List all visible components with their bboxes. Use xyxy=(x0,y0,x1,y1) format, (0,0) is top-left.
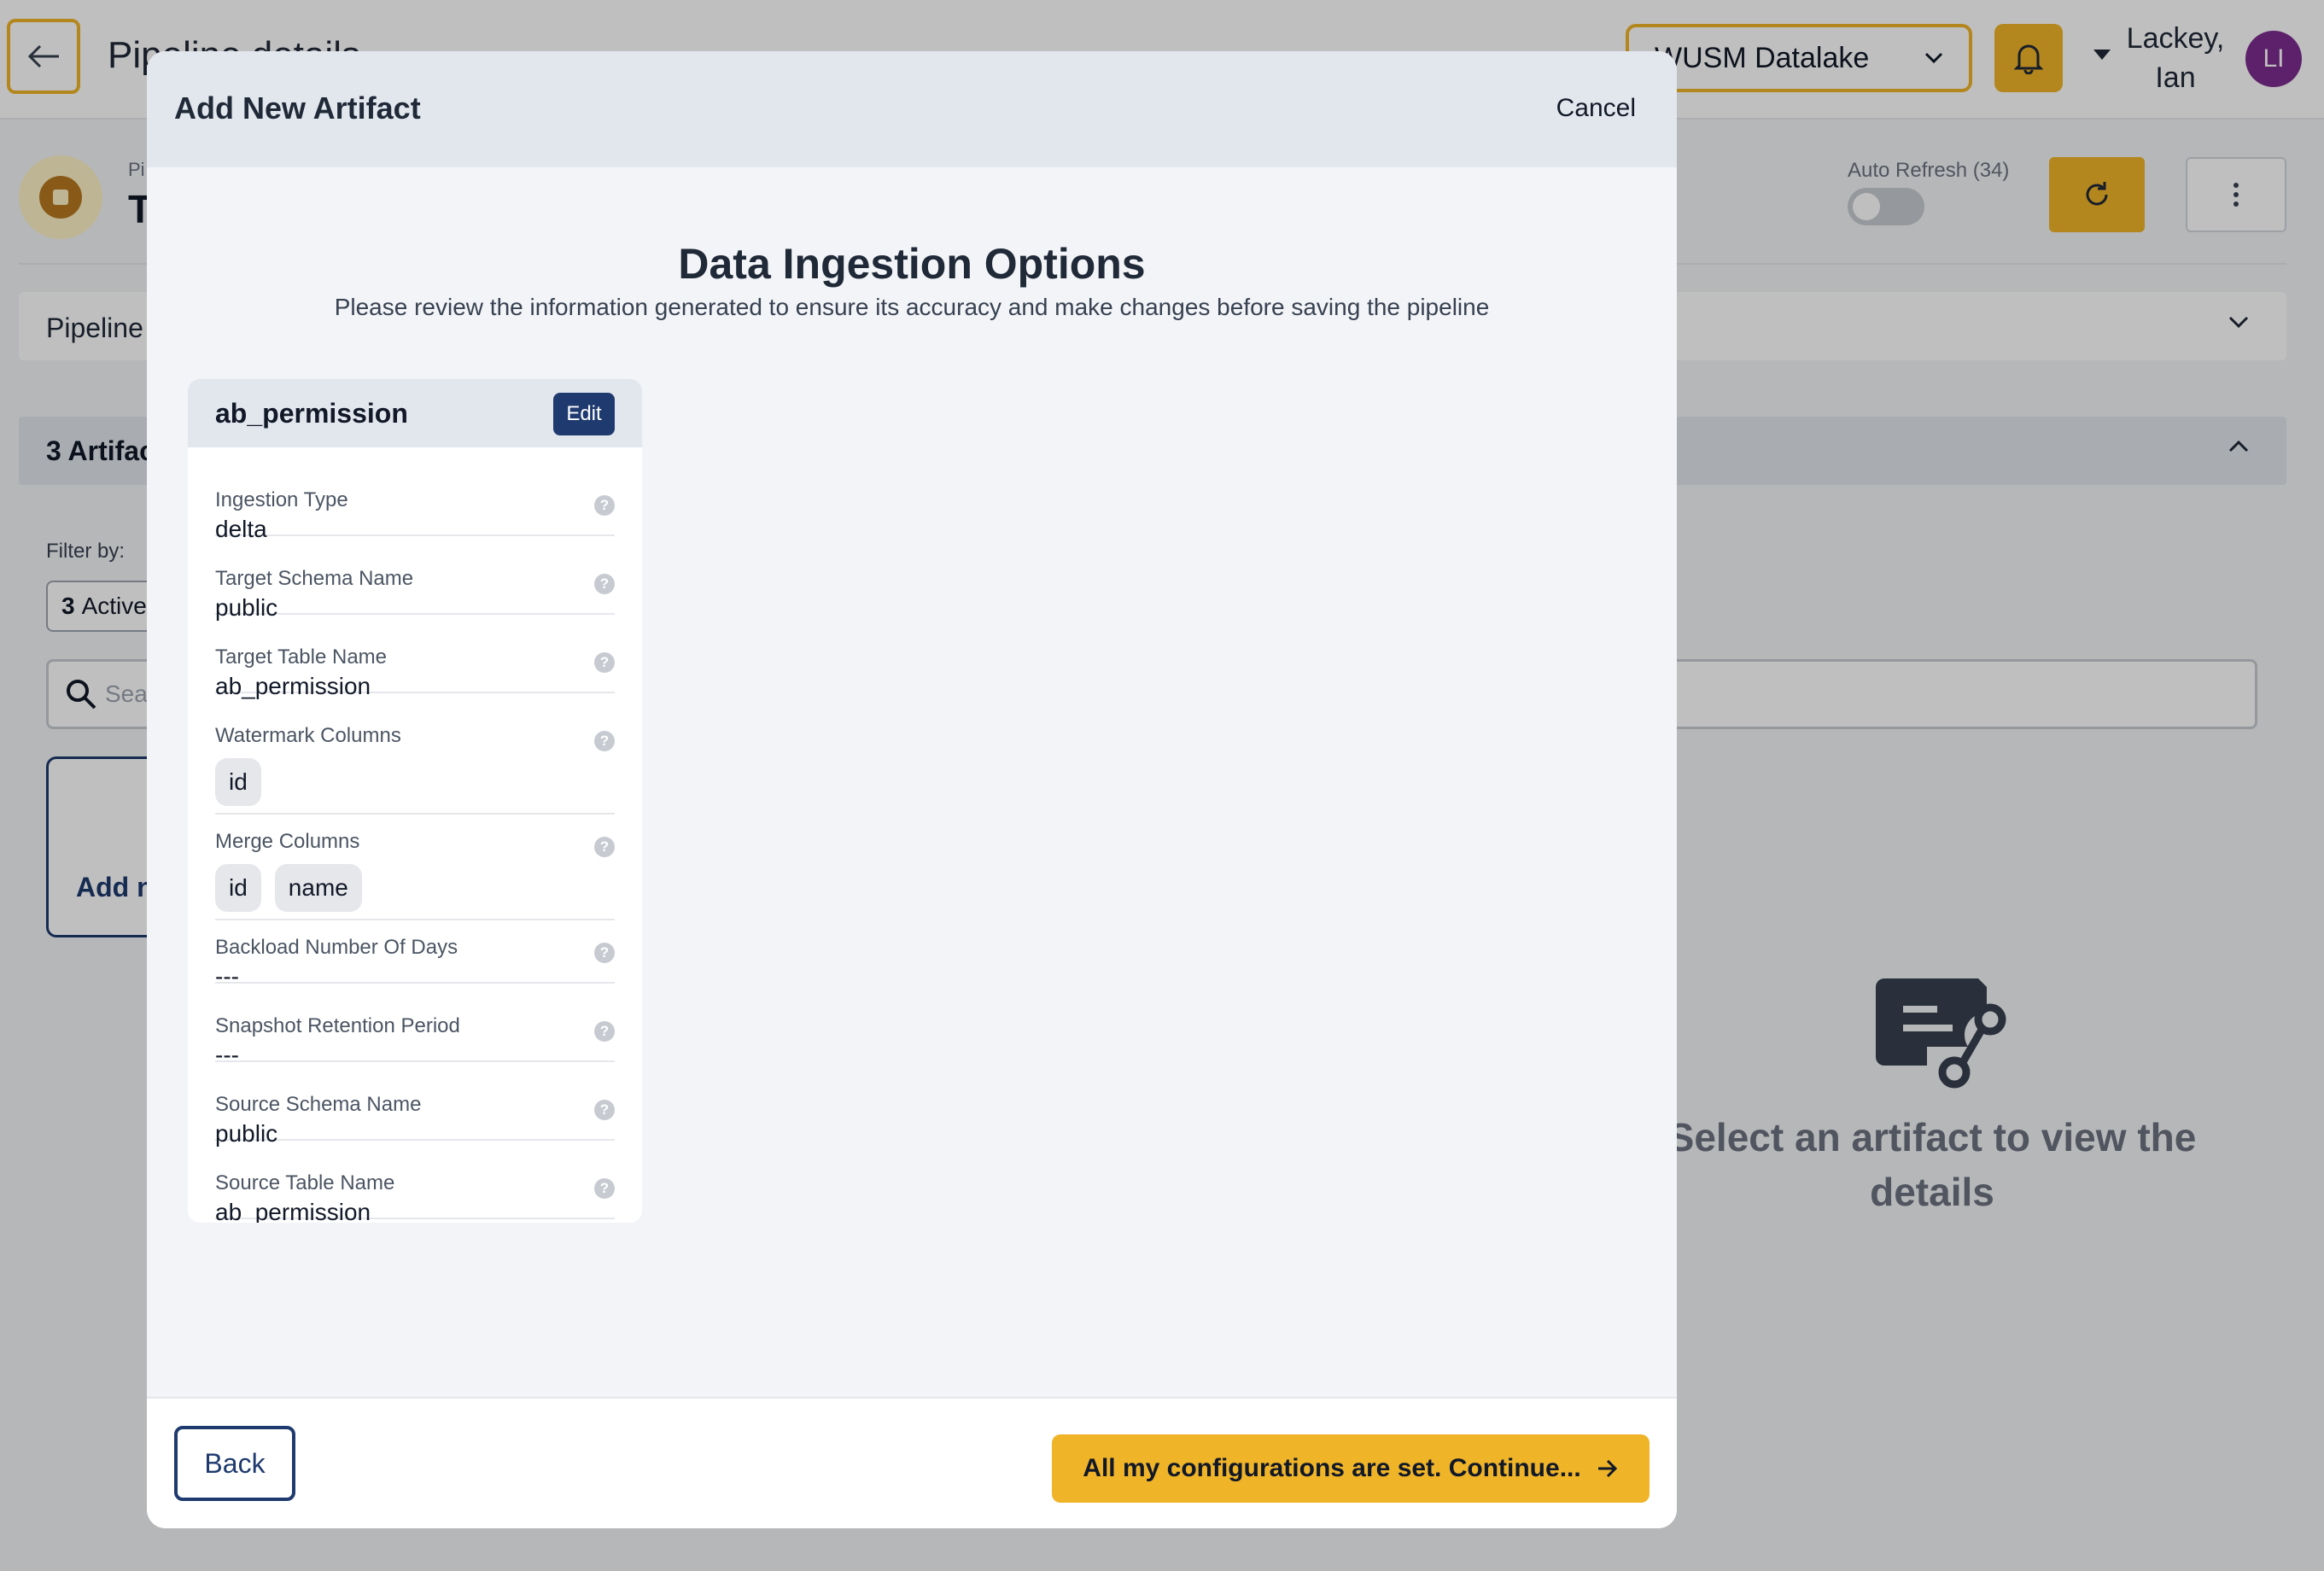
field-source-table-name: Source Table Name ? ab_permission xyxy=(215,1171,615,1223)
field-label: Source Table Name xyxy=(215,1171,395,1194)
edit-button[interactable]: Edit xyxy=(553,393,615,435)
field-backload-number-of-days: Backload Number Of Days ? --- xyxy=(215,936,615,990)
help-icon[interactable]: ? xyxy=(594,652,615,673)
field-snapshot-retention-period: Snapshot Retention Period ? --- xyxy=(215,1014,615,1068)
continue-button[interactable]: All my configurations are set. Continue.… xyxy=(1052,1434,1650,1503)
chip-list: id xyxy=(215,758,261,806)
modal-title: Add New Artifact xyxy=(174,91,421,126)
cancel-button[interactable]: Cancel xyxy=(1556,94,1636,123)
column-chip: name xyxy=(274,864,362,912)
field-label: Target Table Name xyxy=(215,645,387,669)
card-header: ab_permission Edit xyxy=(188,379,642,447)
add-artifact-modal: Add New Artifact Cancel Data Ingestion O… xyxy=(147,51,1677,1528)
field-value: public xyxy=(215,1120,278,1147)
field-ingestion-type: Ingestion Type ? delta xyxy=(215,488,615,542)
options-heading: Data Ingestion Options xyxy=(678,240,1146,288)
field-label: Merge Columns xyxy=(215,830,360,853)
modal-footer: Back All my configurations are set. Cont… xyxy=(147,1397,1677,1528)
arrow-right-icon xyxy=(1597,1459,1617,1478)
column-chip: id xyxy=(215,864,261,912)
field-value: delta xyxy=(215,516,267,542)
card-title: ab_permission xyxy=(215,398,408,429)
column-chip: id xyxy=(215,758,261,806)
help-icon[interactable]: ? xyxy=(594,837,615,857)
field-value: --- xyxy=(215,1042,239,1068)
field-label: Ingestion Type xyxy=(215,488,348,511)
chip-list: id name xyxy=(215,864,362,912)
help-icon[interactable]: ? xyxy=(594,731,615,751)
field-watermark-columns: Watermark Columns ? id xyxy=(215,724,615,815)
field-value: public xyxy=(215,594,278,621)
field-label: Watermark Columns xyxy=(215,724,401,747)
field-label: Source Schema Name xyxy=(215,1093,422,1116)
help-icon[interactable]: ? xyxy=(594,495,615,516)
help-icon[interactable]: ? xyxy=(594,1100,615,1120)
field-label: Snapshot Retention Period xyxy=(215,1014,460,1037)
field-merge-columns: Merge Columns ? id name xyxy=(215,830,615,920)
field-label: Backload Number Of Days xyxy=(215,936,458,959)
artifact-options-card: ab_permission Edit Ingestion Type ? delt… xyxy=(188,379,642,1223)
field-value: --- xyxy=(215,963,239,990)
continue-label: All my configurations are set. Continue.… xyxy=(1083,1454,1581,1482)
field-target-schema-name: Target Schema Name ? public xyxy=(215,567,615,621)
field-value: ab_permission xyxy=(215,673,371,699)
field-source-schema-name: Source Schema Name ? public xyxy=(215,1093,615,1147)
field-target-table-name: Target Table Name ? ab_permission xyxy=(215,645,615,699)
help-icon[interactable]: ? xyxy=(594,1178,615,1199)
modal-header: Add New Artifact Cancel xyxy=(147,51,1677,167)
help-icon[interactable]: ? xyxy=(594,943,615,963)
help-icon[interactable]: ? xyxy=(594,574,615,594)
options-subheading: Please review the information generated … xyxy=(334,294,1490,320)
back-button[interactable]: Back xyxy=(174,1426,295,1501)
help-icon[interactable]: ? xyxy=(594,1021,615,1042)
field-label: Target Schema Name xyxy=(215,567,414,590)
field-value: ab_permission xyxy=(215,1199,371,1223)
